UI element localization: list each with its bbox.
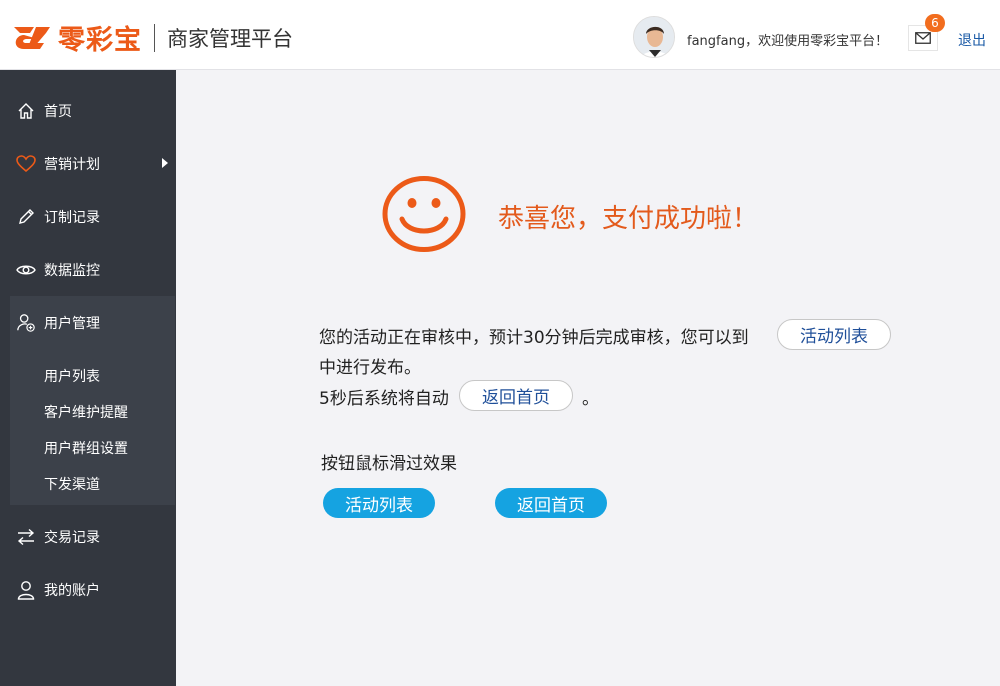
sidebar: 首页 营销计划 订制记录 数据监控 用户管理 用户列表 客户维护提醒 用户群组设… [0, 70, 176, 686]
exchange-icon [16, 527, 36, 547]
sidebar-item-label: 数据监控 [44, 262, 100, 279]
brand-logo[interactable]: 零彩宝 商家管理平台 [10, 18, 293, 57]
top-header: 零彩宝 商家管理平台 fangfang，欢迎使用零彩宝平台！ 6 退出 [0, 0, 1000, 70]
submenu-item-user-groups[interactable]: 用户群组设置 [44, 438, 128, 458]
publish-message: 中进行发布。 [319, 358, 421, 378]
sidebar-item-transactions[interactable]: 交易记录 [0, 510, 176, 563]
user-add-icon [16, 313, 36, 333]
sidebar-item-account[interactable]: 我的账户 [0, 563, 176, 616]
sidebar-item-orders[interactable]: 订制记录 [0, 190, 176, 243]
mail-count-badge: 6 [925, 14, 945, 32]
heart-icon [16, 154, 36, 174]
eye-icon [16, 260, 36, 280]
mail-icon [915, 32, 931, 44]
pencil-icon [16, 207, 36, 227]
logout-link[interactable]: 退出 [958, 30, 986, 50]
redirect-message: 5秒后系统将自动 [319, 389, 449, 409]
sidebar-item-monitoring[interactable]: 数据监控 [0, 243, 176, 296]
submenu-item-channels[interactable]: 下发渠道 [44, 474, 100, 494]
chevron-right-icon [162, 158, 168, 168]
back-home-button[interactable]: 返回首页 [459, 380, 573, 411]
redirect-message-end: 。 [582, 389, 599, 409]
welcome-text: fangfang，欢迎使用零彩宝平台！ [687, 34, 889, 49]
logo-mark-icon [14, 26, 50, 49]
sidebar-item-label: 营销计划 [44, 156, 100, 173]
avatar[interactable] [633, 16, 675, 58]
success-title: 恭喜您，支付成功啦！ [498, 204, 759, 234]
activity-list-button[interactable]: 活动列表 [777, 319, 891, 350]
home-icon [16, 101, 36, 121]
sidebar-item-label: 交易记录 [44, 529, 100, 546]
platform-title: 商家管理平台 [167, 26, 293, 51]
submenu-item-user-list[interactable]: 用户列表 [44, 366, 100, 386]
sidebar-item-home[interactable]: 首页 [0, 84, 176, 137]
review-message: 您的活动正在审核中，预计30分钟后完成审核，您可以到 [319, 328, 749, 348]
sidebar-item-label: 我的账户 [44, 582, 100, 599]
sidebar-item-label: 订制记录 [44, 209, 100, 226]
user-icon [16, 580, 36, 600]
hover-demo-title: 按钮鼠标滑过效果 [321, 454, 457, 474]
submenu-item-customer-reminder[interactable]: 客户维护提醒 [44, 402, 128, 422]
logo-text: 零彩宝 [58, 25, 142, 56]
avatar-image [634, 17, 674, 57]
sidebar-item-marketing[interactable]: 营销计划 [0, 137, 176, 190]
logo-divider [154, 23, 155, 52]
sidebar-item-users[interactable]: 用户管理 [0, 296, 176, 349]
smiley-icon [382, 176, 466, 252]
sidebar-item-label: 首页 [44, 103, 72, 120]
back-home-button-hover[interactable]: 返回首页 [495, 488, 607, 518]
sidebar-item-label: 用户管理 [44, 315, 100, 332]
activity-list-button-hover[interactable]: 活动列表 [323, 488, 435, 518]
